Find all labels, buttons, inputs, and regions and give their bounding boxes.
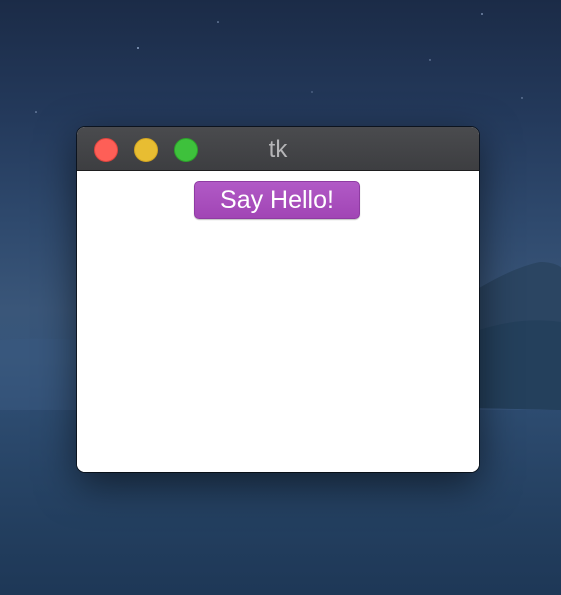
window-title: tk [268, 136, 288, 163]
window-titlebar[interactable]: tk [77, 127, 479, 171]
window-content: Say Hello! [77, 171, 479, 472]
app-window: tk Say Hello! [77, 127, 479, 472]
say-hello-button[interactable]: Say Hello! [194, 181, 360, 219]
desktop-background: tk Say Hello! [0, 0, 561, 595]
